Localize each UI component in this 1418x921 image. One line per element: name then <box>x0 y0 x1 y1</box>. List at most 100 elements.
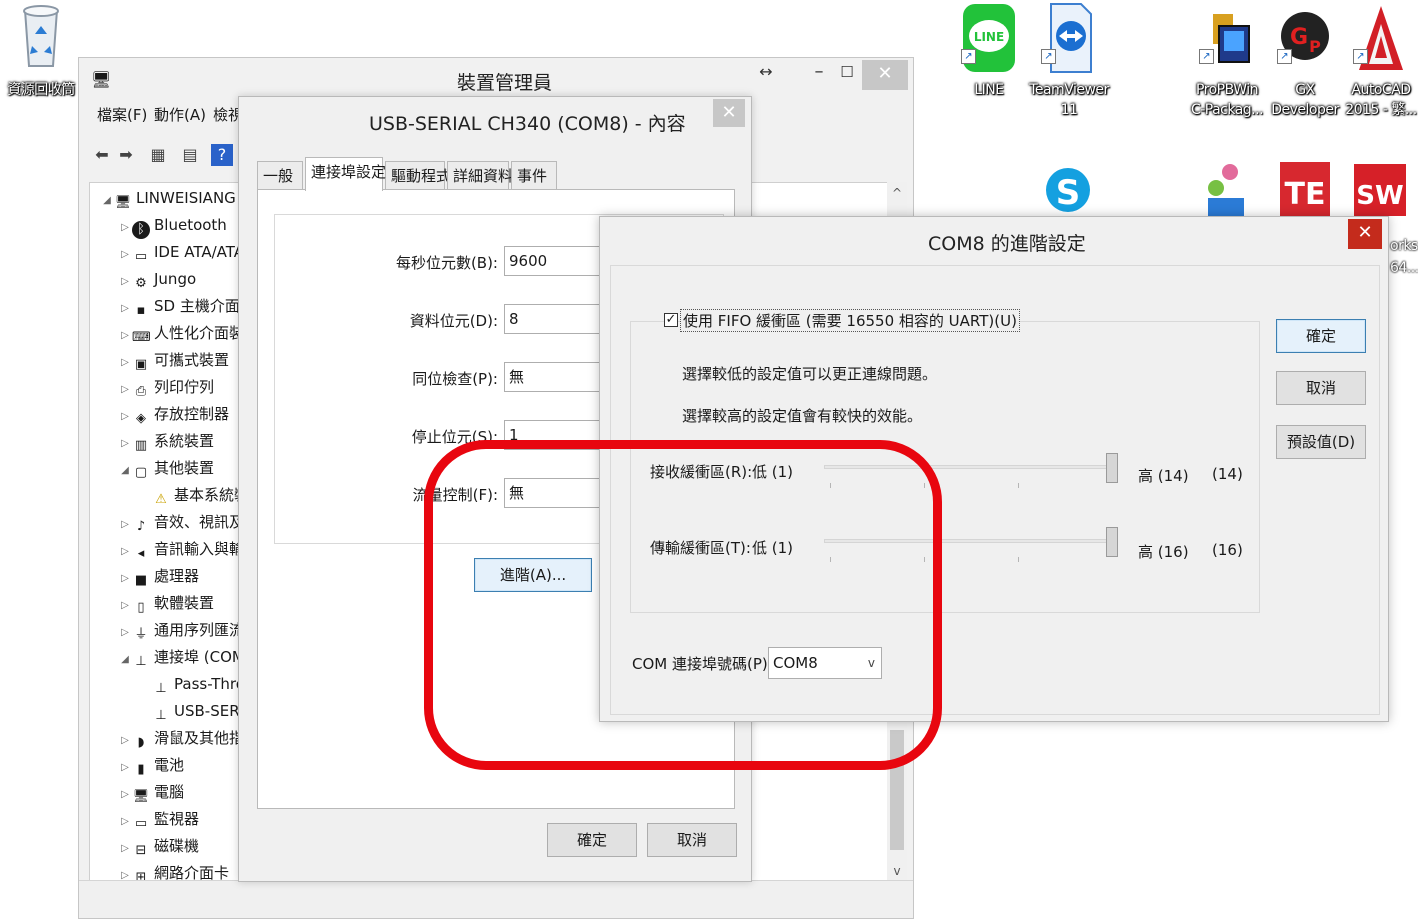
usb-controller-icon: ⏚ <box>134 627 148 642</box>
ok-button[interactable]: 確定 <box>547 823 637 857</box>
expand-arrow-icon[interactable]: ▷ <box>118 404 132 430</box>
tree-item[interactable]: ▷ ⎙ 列印佇列 <box>118 374 214 400</box>
desktop-icon-label: 資源回收筒 <box>7 82 75 98</box>
tab-general[interactable]: 一般 <box>257 161 303 191</box>
resize-arrows-icon[interactable]: ↔ <box>753 58 779 88</box>
close-button[interactable]: ✕ <box>862 60 908 90</box>
transmit-buffer-slider[interactable] <box>824 539 1118 543</box>
device-manager-titlebar[interactable]: 🖥 裝置管理員 ↔ – ☐ ✕ <box>79 58 913 100</box>
receive-slider-thumb[interactable] <box>1106 453 1118 483</box>
expand-arrow-icon[interactable]: ▷ <box>118 809 132 835</box>
collapse-arrow-icon[interactable]: ◢ <box>100 188 114 214</box>
expand-arrow-icon[interactable]: ▷ <box>118 431 132 457</box>
menu-file[interactable]: 檔案(F) <box>97 104 147 125</box>
desktop-icon-recycle-bin[interactable]: 資源回收筒 <box>0 4 82 100</box>
close-button[interactable]: ✕ <box>1348 219 1382 249</box>
expand-arrow-icon[interactable]: ▷ <box>118 296 132 322</box>
tree-item[interactable]: ▷ ◈ 存放控制器 <box>118 401 229 427</box>
desktop-icon-line[interactable]: LINE ↗ LINE <box>948 2 1030 100</box>
scroll-up-icon[interactable]: ^ <box>887 186 907 200</box>
expand-arrow-icon[interactable]: ▷ <box>118 323 132 349</box>
solidworks-icon[interactable]: SW <box>1352 162 1408 218</box>
te-app-icon[interactable]: TE <box>1278 160 1332 216</box>
ok-button[interactable]: 確定 <box>1276 319 1366 353</box>
properties-view-icon[interactable]: ▦ <box>147 144 169 166</box>
expand-arrow-icon[interactable]: ▷ <box>118 215 132 241</box>
scroll-thumb[interactable] <box>890 730 904 850</box>
maximize-button[interactable]: ☐ <box>835 58 859 88</box>
expand-arrow-icon[interactable]: ▷ <box>118 539 132 565</box>
mouse-icon: ◗ <box>137 735 145 750</box>
tab-port-settings[interactable]: 連接埠設定 <box>305 157 386 191</box>
help-icon[interactable]: ? <box>211 144 233 166</box>
generic-app-icon[interactable] <box>1200 160 1252 216</box>
collapse-arrow-icon[interactable]: ◢ <box>118 647 132 673</box>
tree-item[interactable]: ▷ ▭ 監視器 <box>118 806 199 832</box>
skype-icon[interactable]: S <box>1044 160 1092 216</box>
fifo-checkbox[interactable]: ✓ <box>664 313 678 327</box>
forward-arrow-icon[interactable]: ➡ <box>115 144 137 166</box>
tree-item[interactable]: ▷ 🖥 電腦 <box>118 779 184 805</box>
desktop-icon-label: ProPBWin <box>1195 82 1259 98</box>
fifo-checkbox-label[interactable]: 使用 FIFO 緩衝區 (需要 16550 相容的 UART)(U) <box>680 309 1020 332</box>
minimize-button[interactable]: – <box>807 58 831 88</box>
transmit-low-label: 低 (1) <box>752 539 794 557</box>
tree-item[interactable]: ▷ ⚙ Jungo <box>118 266 196 292</box>
desktop-icon-propbwin[interactable]: ↗ ProPBWin C-Packag... <box>1186 2 1268 120</box>
tree-item[interactable]: ▷ ■ 處理器 <box>118 563 199 589</box>
back-arrow-icon[interactable]: ⬅ <box>91 144 113 166</box>
expand-arrow-icon[interactable]: ▷ <box>118 728 132 754</box>
tree-item[interactable]: ▷ ⊞ 網路介面卡 <box>118 860 229 881</box>
tab-details[interactable]: 詳細資料 <box>447 161 513 191</box>
tree-item[interactable]: ▷ ᛒ Bluetooth <box>118 212 227 241</box>
cancel-button[interactable]: 取消 <box>647 823 737 857</box>
com-port-select[interactable]: COM8 v <box>768 647 882 679</box>
desktop-icon-gx-developer[interactable]: G P ↗ GX Developer <box>1264 2 1346 120</box>
expand-arrow-icon[interactable]: ▷ <box>118 566 132 592</box>
transmit-slider-thumb[interactable] <box>1106 527 1118 557</box>
port-icon: ⊥ <box>135 654 147 669</box>
cancel-button[interactable]: 取消 <box>1276 371 1366 405</box>
expand-arrow-icon[interactable]: ▷ <box>118 242 132 268</box>
tab-events[interactable]: 事件 <box>511 161 557 191</box>
tree-item[interactable]: ▷ ▯ 軟體裝置 <box>118 590 214 616</box>
expand-arrow-icon[interactable]: ▷ <box>118 350 132 376</box>
receive-buffer-slider[interactable] <box>824 465 1118 469</box>
expand-arrow-icon[interactable]: ▷ <box>118 269 132 295</box>
tree-item[interactable]: ▷ ▣ 可攜式裝置 <box>118 347 229 373</box>
tree-item[interactable]: ▷ ▥ 系統裝置 <box>118 428 214 454</box>
transmit-value: (16) <box>1212 541 1243 559</box>
tree-item[interactable]: ◢ 🖥 LINWEISIANG <box>100 185 236 211</box>
expand-arrow-icon[interactable]: ▷ <box>118 620 132 646</box>
scroll-down-icon[interactable]: v <box>887 864 907 878</box>
tree-item[interactable]: ◢ ▢ 其他裝置 <box>118 455 214 481</box>
tree-item[interactable]: ▷ ▭ IDE ATA/ATAPI <box>118 239 257 265</box>
expand-arrow-icon[interactable]: ▷ <box>118 755 132 781</box>
advanced-button[interactable]: 進階(A)... <box>474 558 592 592</box>
desktop-icon-teamviewer[interactable]: ↗ TeamViewer 11 <box>1028 2 1110 120</box>
com-port-label: COM 連接埠號碼(P): <box>632 655 773 673</box>
computer-icon: 🖥 <box>132 789 150 804</box>
note-higher-setting: 選擇較高的設定值會有較快的效能。 <box>682 407 923 425</box>
expand-arrow-icon[interactable]: ▷ <box>118 512 132 538</box>
desktop-icon-autocad[interactable]: ↗ AutoCAD 2015 - 繁... <box>1340 2 1418 120</box>
collapse-arrow-icon[interactable]: ◢ <box>118 458 132 484</box>
expand-arrow-icon[interactable]: ▷ <box>118 782 132 808</box>
tree-item[interactable]: ▷ ⊟ 磁碟機 <box>118 833 199 859</box>
svg-text:TE: TE <box>1285 177 1326 212</box>
tree-item-label: 軟體裝置 <box>154 594 215 612</box>
sound-icon: ♪ <box>136 519 146 534</box>
receive-value: (14) <box>1212 465 1243 483</box>
expand-arrow-icon[interactable]: ▷ <box>118 377 132 403</box>
printer-icon: ⎙ <box>135 384 147 399</box>
tree-item[interactable]: ▷ ▮ 電池 <box>118 752 184 778</box>
defaults-button[interactable]: 預設值(D) <box>1276 425 1366 459</box>
close-button[interactable]: ✕ <box>713 99 745 127</box>
receive-high-label: 高 (14) <box>1138 467 1189 485</box>
tree-item[interactable]: ▷ ▪ SD 主機介面卡 <box>118 293 255 319</box>
tab-driver[interactable]: 驅動程式 <box>385 161 451 191</box>
expand-arrow-icon[interactable]: ▷ <box>118 836 132 862</box>
list-view-icon[interactable]: ▤ <box>179 144 201 166</box>
menu-action[interactable]: 動作(A) <box>154 104 206 125</box>
expand-arrow-icon[interactable]: ▷ <box>118 593 132 619</box>
